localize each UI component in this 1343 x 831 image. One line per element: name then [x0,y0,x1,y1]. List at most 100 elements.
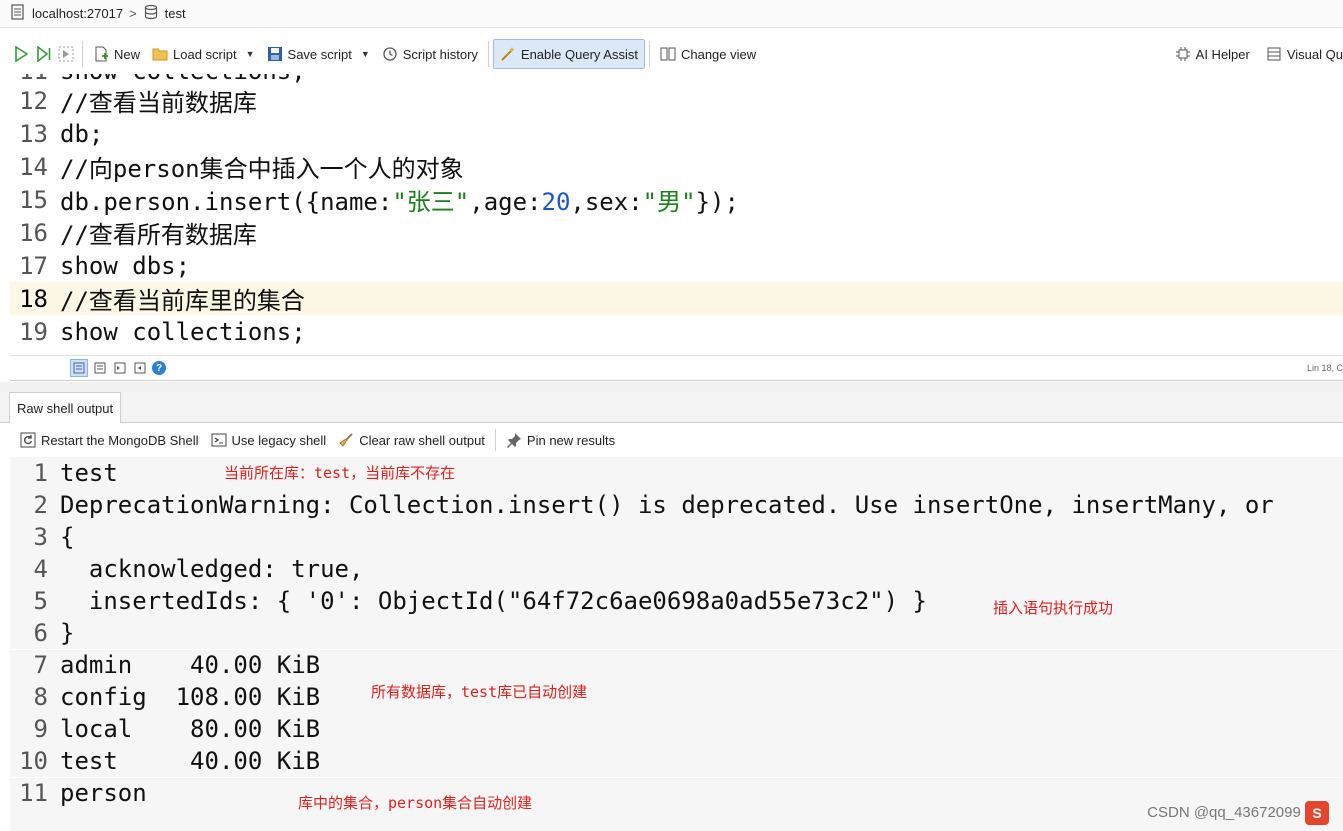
output-line: 2 DeprecationWarning: Collection.insert(… [10,489,1343,521]
folder-icon [152,48,168,61]
line-number: 7 [33,651,48,679]
output-line: 4 acknowledged: true, [10,553,1343,585]
line-number: 6 [33,619,48,647]
editor-line: 17 show dbs; [10,249,1343,282]
line-number: 1 [33,459,48,487]
format-view-icon[interactable] [70,359,88,377]
output-text: DeprecationWarning: Collection.insert() … [60,491,1274,519]
legacy-shell-button[interactable]: Use legacy shell [205,432,333,448]
breadcrumb-separator: > [129,6,137,21]
output-text: acknowledged: true, [60,555,364,583]
line-number: 5 [33,587,48,615]
editor-code: db.person.insert({name:"张三",age:20,sex:"… [60,188,739,216]
editor-line: 15 db.person.insert({name:"张三",age:20,se… [10,183,1343,217]
new-file-icon [95,46,108,62]
output-line: 6 } [10,617,1343,649]
line-number: 15 [19,185,48,214]
toolbar-divider [487,41,489,67]
output-text: config 108.00 KiB [60,683,321,711]
new-button[interactable]: New [87,40,146,68]
change-view-label: Change view [680,46,757,62]
terminal-icon [211,433,227,447]
output-text: test 40.00 KiB [60,747,321,775]
restart-icon [20,432,36,448]
annotation-note: 库中的集合，person集合自动创建 [298,794,533,812]
visual-query-button[interactable]: Visual Qu [1260,40,1343,68]
output-tabs: Raw shell output [0,392,1343,423]
line-number: 13 [19,119,48,148]
legacy-shell-label: Use legacy shell [231,432,327,448]
line-number: 19 [19,317,48,346]
chevron-down-icon[interactable]: ▼ [361,49,370,59]
save-script-label: Save script [287,46,352,62]
columns-icon [660,47,676,61]
database-icon [143,4,159,23]
annotation-note: 插入语句执行成功 [993,599,1114,617]
line-number: 16 [19,218,48,247]
output-text: { [60,523,75,551]
text-view-icon[interactable] [92,360,108,376]
editor-line: 14 //向person集合中插入一个人的对象 [10,150,1343,184]
output-text: person [60,779,147,807]
change-view-button[interactable]: Change view [654,40,762,68]
line-number: 14 [19,152,48,181]
output-text: local 80.00 KiB [60,715,321,743]
editor-code: show collections; [60,317,306,346]
ai-helper-button[interactable]: AI Helper [1169,40,1256,68]
query-assist-label: Enable Query Assist [520,46,638,62]
editor-code: db; [60,119,104,148]
run-button[interactable] [8,40,34,68]
output-line: 9 local 80.00 KiB [10,713,1343,745]
script-history-button[interactable]: Script history [376,40,484,68]
new-label: New [114,46,141,62]
line-number: 9 [33,715,48,743]
breadcrumb-database[interactable]: test [165,6,186,21]
right-toolbar: AI Helper Visual Qu [1169,36,1343,72]
cursor-position: Lin 18, C [1306,363,1343,373]
script-editor[interactable]: 11 show collections; 12 //查看当前数据库 13 db;… [10,74,1343,354]
query-assist-toggle[interactable]: Enable Query Assist [492,39,645,69]
output-line: 10 test 40.00 KiB [10,745,1343,777]
pin-results-label: Pin new results [526,432,616,448]
line-number: 8 [33,683,48,711]
save-script-button[interactable]: Save script ▼ [261,40,376,68]
clear-output-label: Clear raw shell output [359,432,485,448]
pin-results-button[interactable]: Pin new results [500,432,621,448]
output-text: insertedIds: { '0': ObjectId("64f72c6ae0… [60,587,927,615]
output-text: admin 40.00 KiB [60,651,321,679]
script-history-label: Script history [402,46,478,62]
toolbar-divider [648,41,650,67]
editor-line: 12 //查看当前数据库 [10,84,1343,118]
ai-helper-label: AI Helper [1195,46,1250,62]
magic-wand-icon [501,47,515,61]
breadcrumb: localhost:27017 > test [0,0,1343,28]
watermark: CSDN @qq_43672099 S [1147,801,1333,825]
chevron-down-icon[interactable]: ▼ [246,49,255,59]
visual-query-label: Visual Qu [1286,46,1343,62]
line-number: 11 [19,779,48,807]
help-icon[interactable]: ? [152,361,166,375]
editor-comment: //查看当前库里的集合 [60,287,305,315]
output-text: test [60,459,118,487]
toolbar-divider [82,41,83,67]
shell-output[interactable]: 1 test 2 DeprecationWarning: Collection.… [10,457,1343,831]
editor-line: 16 //查看所有数据库 [10,216,1343,250]
output-line: 11 person [10,777,1343,809]
breadcrumb-host[interactable]: localhost:27017 [32,6,123,21]
load-script-button[interactable]: Load script ▼ [146,40,261,68]
annotation-note: 当前所在库：test，当前库不存在 [224,464,456,482]
run-selection-button[interactable] [54,40,78,68]
csdn-logo-icon: S [1305,801,1329,825]
restart-shell-button[interactable]: Restart the MongoDB Shell [14,432,205,448]
clear-output-button[interactable]: Clear raw shell output [332,432,491,448]
restart-shell-label: Restart the MongoDB Shell [41,432,199,448]
run-line-button[interactable] [34,40,54,68]
tab-raw-shell-output[interactable]: Raw shell output [9,392,122,423]
visual-query-icon [1267,47,1281,61]
indent-icon[interactable] [112,360,128,376]
play-selection-icon [58,46,74,62]
load-script-label: Load script [173,46,237,62]
output-toolbar: Restart the MongoDB Shell Use legacy she… [0,426,1343,454]
output-line: 8 config 108.00 KiB [10,681,1343,713]
outdent-icon[interactable] [132,360,148,376]
